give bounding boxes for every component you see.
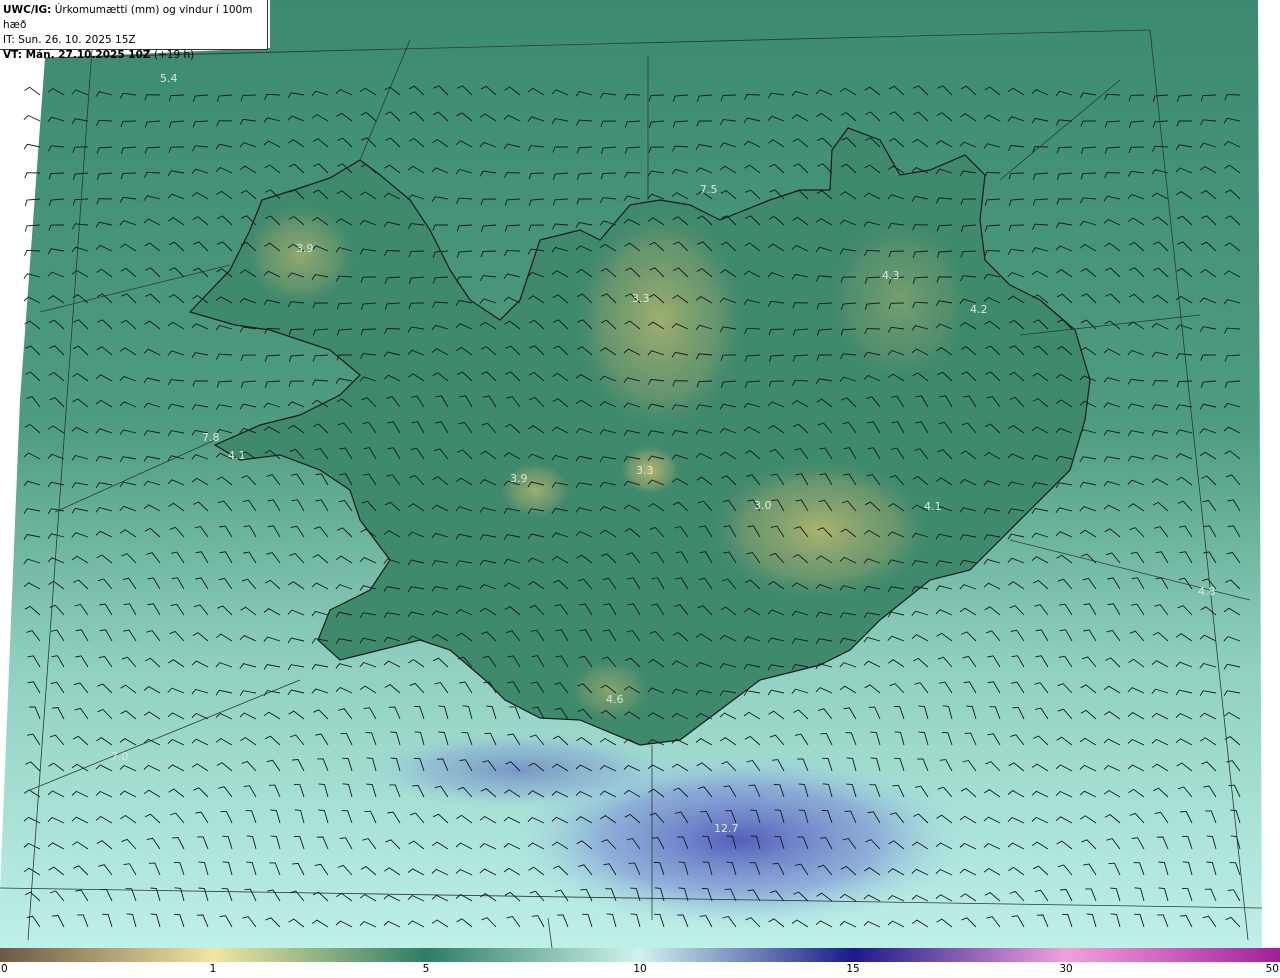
model-name: UWC/IG: xyxy=(3,4,52,16)
precip-label: 3.9 xyxy=(296,242,314,255)
precip-label: 3.3 xyxy=(636,464,654,477)
terrain-south xyxy=(570,660,650,720)
colorbar-tick: 1 xyxy=(209,963,217,975)
wind-barb xyxy=(24,86,41,96)
terrain-east xyxy=(830,220,970,380)
precip-band-southwest xyxy=(360,730,680,810)
precip-colorbar xyxy=(0,948,1280,962)
precip-label: 7.8 xyxy=(202,431,220,444)
precip-label: 4.1 xyxy=(924,500,942,513)
precip-label: 7.5 xyxy=(700,183,718,196)
forecast-info-box: UWC/IG: Úrkomumætti (mm) og vindur í 100… xyxy=(0,0,268,61)
colorbar-tick: 10 xyxy=(633,963,647,975)
precip-label: 3.0 xyxy=(754,499,772,512)
precipitation-map: 5.4 3.9 7.5 3.3 4.3 4.2 7.8 4.1 3.9 3.3 … xyxy=(0,0,1263,948)
precip-label: 3.3 xyxy=(632,292,650,305)
wind-barb xyxy=(23,143,41,150)
valid-time: VT: Mán. 27.10.2025 10Z xyxy=(3,49,151,61)
terrain-highland-north xyxy=(575,210,745,430)
precip-label: 4.1 xyxy=(228,449,246,462)
precip-label: 4.2 xyxy=(970,303,988,316)
precip-label: 4.8 xyxy=(1198,585,1216,598)
precip-label: 12.7 xyxy=(714,822,739,835)
precip-label: 5.4 xyxy=(160,72,178,85)
precip-label: 4.6 xyxy=(606,693,624,706)
wind-barb xyxy=(23,114,41,122)
colorbar-tick: 30 xyxy=(1059,963,1073,975)
colorbar-ticks: 0 1 5 10 15 30 50 xyxy=(0,962,1280,978)
colorbar-tick: 15 xyxy=(846,963,860,975)
colorbar-tick: 0 xyxy=(1,963,8,975)
precip-label: 3.9 xyxy=(510,472,528,485)
weather-map-view: 5.4 3.9 7.5 3.3 4.3 4.2 7.8 4.1 3.9 3.3 … xyxy=(0,0,1280,978)
terrain-glacier-vatna xyxy=(710,460,930,600)
init-time: IT: Sun. 26. 10. 2025 15Z xyxy=(3,34,136,46)
colorbar-tick: 50 xyxy=(1265,963,1279,975)
colorbar-tick: 5 xyxy=(422,963,430,975)
precip-label: 7.0 xyxy=(111,750,129,763)
valid-offset: (+19 h) xyxy=(153,49,195,61)
precip-label: 4.3 xyxy=(882,269,900,282)
